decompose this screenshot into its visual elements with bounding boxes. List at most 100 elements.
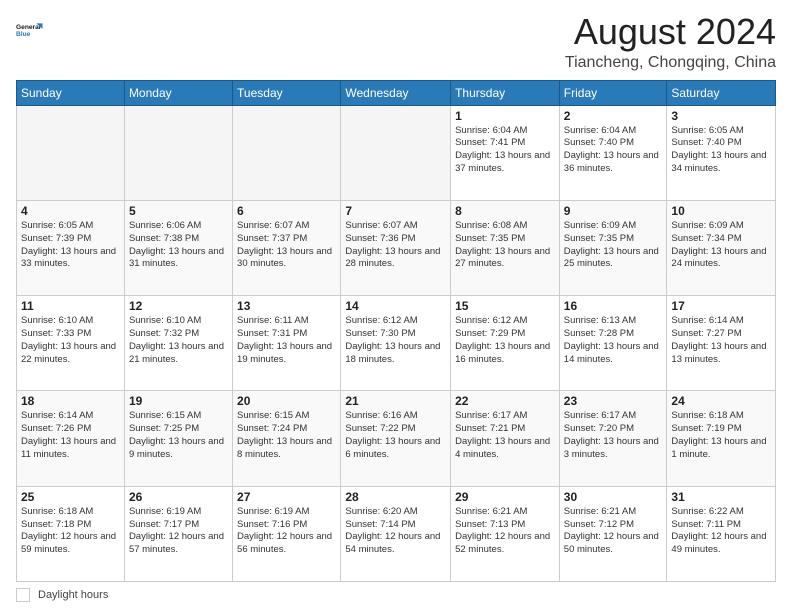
calendar-cell: 21Sunrise: 6:16 AM Sunset: 7:22 PM Dayli… [341, 391, 451, 486]
calendar-cell [17, 105, 125, 200]
day-info: Sunrise: 6:19 AM Sunset: 7:16 PM Dayligh… [237, 506, 336, 557]
day-of-week-row: SundayMondayTuesdayWednesdayThursdayFrid… [17, 80, 776, 105]
day-info: Sunrise: 6:04 AM Sunset: 7:40 PM Dayligh… [564, 125, 663, 176]
calendar-week-row: 4Sunrise: 6:05 AM Sunset: 7:39 PM Daylig… [17, 200, 776, 295]
day-info: Sunrise: 6:06 AM Sunset: 7:38 PM Dayligh… [129, 220, 228, 271]
day-info: Sunrise: 6:18 AM Sunset: 7:18 PM Dayligh… [21, 506, 120, 557]
svg-text:Blue: Blue [16, 31, 31, 38]
day-number: 30 [564, 490, 663, 504]
calendar-cell: 19Sunrise: 6:15 AM Sunset: 7:25 PM Dayli… [124, 391, 232, 486]
legend-box [16, 588, 30, 602]
day-number: 20 [237, 394, 336, 408]
calendar-cell [124, 105, 232, 200]
day-info: Sunrise: 6:07 AM Sunset: 7:37 PM Dayligh… [237, 220, 336, 271]
subtitle: Tiancheng, Chongqing, China [565, 54, 776, 72]
day-info: Sunrise: 6:12 AM Sunset: 7:30 PM Dayligh… [345, 315, 446, 366]
day-info: Sunrise: 6:15 AM Sunset: 7:24 PM Dayligh… [237, 410, 336, 461]
calendar-cell: 3 Sunrise: 6:05 AM Sunset: 7:40 PM Daylig… [667, 105, 776, 200]
day-info: Sunrise: 6:14 AM Sunset: 7:26 PM Dayligh… [21, 410, 120, 461]
day-info: Sunrise: 6:10 AM Sunset: 7:33 PM Dayligh… [21, 315, 120, 366]
svg-text:General: General [16, 24, 41, 31]
calendar-cell: 13 Sunrise: 6:11 AM Sunset: 7:31 PM Dayli… [233, 296, 341, 391]
calendar-cell: 11Sunrise: 6:10 AM Sunset: 7:33 PM Dayli… [17, 296, 125, 391]
day-number: 25 [21, 490, 120, 504]
calendar-cell: 26 Sunrise: 6:19 AM Sunset: 7:17 PM Dayli… [124, 486, 232, 581]
page-header: GeneralBlue August 2024 Tiancheng, Chong… [16, 12, 776, 72]
day-number: 22 [455, 394, 555, 408]
day-number: 3 [671, 109, 771, 123]
day-number: 13 [237, 299, 336, 313]
day-number: 12 [129, 299, 228, 313]
day-info: Sunrise: 6:14 AM Sunset: 7:27 PM Dayligh… [671, 315, 771, 366]
calendar-cell: 23Sunrise: 6:17 AM Sunset: 7:20 PM Dayli… [559, 391, 667, 486]
calendar-cell: 16 Sunrise: 6:13 AM Sunset: 7:28 PM Dayli… [559, 296, 667, 391]
calendar-cell [233, 105, 341, 200]
calendar-cell: 28Sunrise: 6:20 AM Sunset: 7:14 PM Dayli… [341, 486, 451, 581]
calendar-cell: 15 Sunrise: 6:12 AM Sunset: 7:29 PM Dayli… [451, 296, 560, 391]
calendar-cell: 31 Sunrise: 6:22 AM Sunset: 7:11 PM Dayli… [667, 486, 776, 581]
title-block: August 2024 Tiancheng, Chongqing, China [565, 12, 776, 72]
day-info: Sunrise: 6:08 AM Sunset: 7:35 PM Dayligh… [455, 220, 555, 271]
calendar-cell: 27Sunrise: 6:19 AM Sunset: 7:16 PM Dayli… [233, 486, 341, 581]
calendar-cell: 9 Sunrise: 6:09 AM Sunset: 7:35 PM Daylig… [559, 200, 667, 295]
day-number: 17 [671, 299, 771, 313]
calendar-cell: 12 Sunrise: 6:10 AM Sunset: 7:32 PM Dayli… [124, 296, 232, 391]
dow-header: Wednesday [341, 80, 451, 105]
day-number: 21 [345, 394, 446, 408]
day-number: 2 [564, 109, 663, 123]
calendar-week-row: 1Sunrise: 6:04 AM Sunset: 7:41 PM Daylig… [17, 105, 776, 200]
dow-header: Thursday [451, 80, 560, 105]
day-number: 5 [129, 204, 228, 218]
day-number: 31 [671, 490, 771, 504]
logo: GeneralBlue [16, 16, 44, 44]
day-info: Sunrise: 6:13 AM Sunset: 7:28 PM Dayligh… [564, 315, 663, 366]
calendar-week-row: 18Sunrise: 6:14 AM Sunset: 7:26 PM Dayli… [17, 391, 776, 486]
day-info: Sunrise: 6:12 AM Sunset: 7:29 PM Dayligh… [455, 315, 555, 366]
calendar-cell: 22 Sunrise: 6:17 AM Sunset: 7:21 PM Dayli… [451, 391, 560, 486]
day-info: Sunrise: 6:17 AM Sunset: 7:21 PM Dayligh… [455, 410, 555, 461]
day-number: 15 [455, 299, 555, 313]
day-number: 6 [237, 204, 336, 218]
dow-header: Saturday [667, 80, 776, 105]
day-number: 10 [671, 204, 771, 218]
day-number: 7 [345, 204, 446, 218]
day-info: Sunrise: 6:09 AM Sunset: 7:35 PM Dayligh… [564, 220, 663, 271]
day-info: Sunrise: 6:07 AM Sunset: 7:36 PM Dayligh… [345, 220, 446, 271]
day-number: 29 [455, 490, 555, 504]
day-number: 23 [564, 394, 663, 408]
day-number: 26 [129, 490, 228, 504]
day-info: Sunrise: 6:10 AM Sunset: 7:32 PM Dayligh… [129, 315, 228, 366]
legend-label: Daylight hours [38, 589, 108, 601]
day-number: 14 [345, 299, 446, 313]
day-number: 4 [21, 204, 120, 218]
day-info: Sunrise: 6:22 AM Sunset: 7:11 PM Dayligh… [671, 506, 771, 557]
calendar-cell: 5 Sunrise: 6:06 AM Sunset: 7:38 PM Daylig… [124, 200, 232, 295]
day-number: 8 [455, 204, 555, 218]
day-info: Sunrise: 6:18 AM Sunset: 7:19 PM Dayligh… [671, 410, 771, 461]
day-number: 16 [564, 299, 663, 313]
calendar-week-row: 11Sunrise: 6:10 AM Sunset: 7:33 PM Dayli… [17, 296, 776, 391]
calendar-cell: 30 Sunrise: 6:21 AM Sunset: 7:12 PM Dayli… [559, 486, 667, 581]
day-info: Sunrise: 6:11 AM Sunset: 7:31 PM Dayligh… [237, 315, 336, 366]
footer: Daylight hours [16, 588, 776, 602]
day-info: Sunrise: 6:09 AM Sunset: 7:34 PM Dayligh… [671, 220, 771, 271]
day-number: 24 [671, 394, 771, 408]
calendar-cell: 29 Sunrise: 6:21 AM Sunset: 7:13 PM Dayli… [451, 486, 560, 581]
dow-header: Monday [124, 80, 232, 105]
calendar-cell: 24 Sunrise: 6:18 AM Sunset: 7:19 PM Dayli… [667, 391, 776, 486]
day-info: Sunrise: 6:05 AM Sunset: 7:40 PM Dayligh… [671, 125, 771, 176]
calendar-cell: 10 Sunrise: 6:09 AM Sunset: 7:34 PM Dayli… [667, 200, 776, 295]
day-number: 9 [564, 204, 663, 218]
day-number: 1 [455, 109, 555, 123]
calendar-cell: 17 Sunrise: 6:14 AM Sunset: 7:27 PM Dayli… [667, 296, 776, 391]
calendar-week-row: 25 Sunrise: 6:18 AM Sunset: 7:18 PM Dayli… [17, 486, 776, 581]
day-info: Sunrise: 6:21 AM Sunset: 7:13 PM Dayligh… [455, 506, 555, 557]
calendar-cell: 4Sunrise: 6:05 AM Sunset: 7:39 PM Daylig… [17, 200, 125, 295]
day-info: Sunrise: 6:20 AM Sunset: 7:14 PM Dayligh… [345, 506, 446, 557]
calendar-cell: 25 Sunrise: 6:18 AM Sunset: 7:18 PM Dayli… [17, 486, 125, 581]
calendar-cell: 8 Sunrise: 6:08 AM Sunset: 7:35 PM Daylig… [451, 200, 560, 295]
day-info: Sunrise: 6:21 AM Sunset: 7:12 PM Dayligh… [564, 506, 663, 557]
day-info: Sunrise: 6:19 AM Sunset: 7:17 PM Dayligh… [129, 506, 228, 557]
calendar-cell: 7 Sunrise: 6:07 AM Sunset: 7:36 PM Daylig… [341, 200, 451, 295]
calendar-cell: 1Sunrise: 6:04 AM Sunset: 7:41 PM Daylig… [451, 105, 560, 200]
